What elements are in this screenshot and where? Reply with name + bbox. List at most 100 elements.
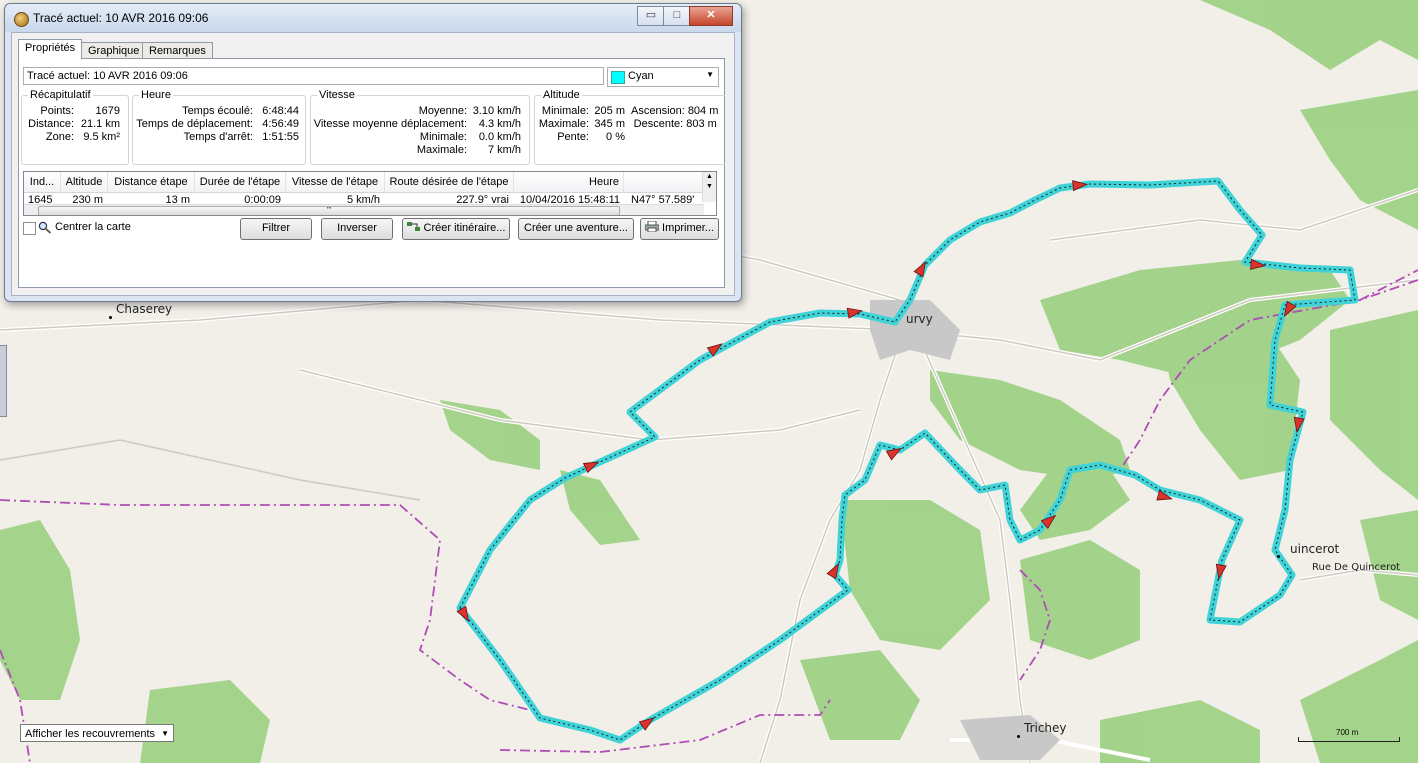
track-points-table[interactable]: Ind... Altitude Distance étape Durée de …: [23, 171, 717, 216]
trichey-dot: [1017, 735, 1020, 738]
color-swatch: [611, 71, 625, 84]
stat-value: 1679: [95, 105, 120, 117]
minimize-icon: ▭: [645, 9, 657, 21]
table-vertical-scrollbar[interactable]: ▲ ▼: [702, 172, 716, 202]
center-map-label: Centrer la carte: [55, 221, 131, 233]
stat-label: Minimale:: [419, 131, 467, 143]
magnifier-icon: [38, 221, 52, 234]
window-client: Propriétés Graphique Remarques Tracé act…: [11, 32, 735, 296]
stat-label: Zone:: [45, 131, 74, 143]
column-header[interactable]: Durée de l'étape: [195, 172, 286, 192]
column-header[interactable]: Route désirée de l'étape: [385, 172, 514, 192]
close-button[interactable]: ✕: [689, 6, 733, 26]
summary-group: Récapitulatif Points: 1679 Distance: 21.1 …: [21, 89, 129, 165]
route-icon: [406, 222, 420, 231]
stat-label: Maximale:: [538, 118, 589, 130]
tab-properties[interactable]: Propriétés: [18, 39, 83, 59]
title-bar[interactable]: Tracé actuel: 10 AVR 2016 09:06 ▭ □ ✕: [5, 4, 741, 32]
stat-value: 0 %: [606, 131, 625, 143]
color-label: Cyan: [628, 70, 654, 82]
quincerot-dot: [1277, 555, 1280, 558]
scale-label: 700 m: [1336, 728, 1359, 737]
column-header[interactable]: Distance étape: [108, 172, 195, 192]
stat-label: Points:: [40, 105, 74, 117]
color-select[interactable]: Cyan ▼: [607, 67, 719, 87]
stat-value: 4.3 km/h: [478, 118, 521, 130]
speed-group: Vitesse Moyenne: 3.10 km/h Vitesse moyenn…: [310, 89, 530, 165]
stat-label: Distance:: [28, 118, 74, 130]
stat-value: 1:51:55: [262, 131, 299, 143]
stat-label: Minimale:: [541, 105, 589, 117]
column-header[interactable]: Vitesse de l'étape: [286, 172, 385, 192]
stat-label: Vitesse moyenne déplacement:: [313, 118, 467, 130]
overlay-select-label: Afficher les recouvrements: [25, 728, 156, 740]
side-panel-handle[interactable]: [0, 345, 7, 417]
stat-value: 7 km/h: [487, 144, 521, 156]
create-route-button[interactable]: Créer itinéraire...: [402, 218, 510, 240]
chaserey-dot: [109, 316, 112, 319]
place-trichey: Trichey: [1024, 721, 1067, 735]
stat-value: 9.5 km²: [83, 131, 120, 143]
stat-label: Maximale:: [416, 144, 467, 156]
reverse-button-label: Inverser: [337, 222, 377, 234]
stat-value: 345 m: [594, 118, 625, 130]
properties-panel: Tracé actuel: 10 AVR 2016 09:06 Cyan ▼ R…: [18, 58, 725, 288]
close-icon: ✕: [706, 9, 716, 21]
time-group: Heure Temps écoulé: 6:48:44 Temps de dépl…: [132, 89, 306, 165]
filter-button[interactable]: Filtrer: [240, 218, 312, 240]
altitude-title: Altitude: [541, 89, 582, 101]
printer-icon: [645, 221, 660, 232]
tab-notes[interactable]: Remarques: [142, 42, 213, 59]
scroll-thumb[interactable]: ''': [38, 206, 620, 215]
print-label: Imprimer...: [662, 222, 714, 234]
place-chaserey: Chaserey: [116, 302, 173, 316]
chevron-down-icon: ▼: [706, 70, 714, 79]
filter-button-label: Filtrer: [261, 222, 291, 234]
stat-value: 4:56:49: [262, 118, 299, 130]
column-header[interactable]: [625, 172, 704, 192]
print-button[interactable]: Imprimer...: [640, 218, 719, 240]
app-icon: [14, 12, 29, 27]
summary-title: Récapitulatif: [28, 89, 93, 101]
stat-label: Ascension:: [631, 105, 685, 117]
track-name-input[interactable]: Tracé actuel: 10 AVR 2016 09:06: [23, 67, 604, 85]
create-adventure-label: Créer une aventure...: [524, 222, 628, 234]
column-header[interactable]: Ind...: [24, 172, 61, 192]
table-header: Ind... Altitude Distance étape Durée de …: [24, 172, 704, 193]
stat-value: 6:48:44: [262, 105, 299, 117]
place-quincerot: uincerot: [1290, 542, 1340, 556]
maximize-icon: □: [673, 9, 681, 21]
column-header[interactable]: Heure: [514, 172, 624, 192]
tab-graph[interactable]: Graphique: [81, 42, 147, 59]
track-properties-window: Tracé actuel: 10 AVR 2016 09:06 ▭ □ ✕ Pr…: [4, 3, 742, 302]
time-title: Heure: [139, 89, 173, 101]
stat-value: 0.0 km/h: [478, 131, 521, 143]
column-header[interactable]: Altitude: [61, 172, 108, 192]
scale-bar: 700 m: [1298, 728, 1400, 742]
stat-value: 205 m: [594, 105, 625, 117]
stat-value: 3.10 km/h: [472, 105, 521, 117]
stat-label: Moyenne:: [418, 105, 467, 117]
stat-value: 804 m: [687, 105, 719, 117]
reverse-button[interactable]: Inverser: [321, 218, 393, 240]
stat-label: Descente:: [633, 118, 684, 130]
minimize-button[interactable]: ▭: [637, 6, 665, 26]
create-route-label: Créer itinéraire...: [423, 222, 506, 234]
center-map-checkbox[interactable]: [23, 222, 36, 235]
speed-title: Vitesse: [317, 89, 357, 101]
stat-label: Temps écoulé:: [182, 105, 253, 117]
window-title: Tracé actuel: 10 AVR 2016 09:06: [33, 11, 209, 25]
maximize-button[interactable]: □: [663, 6, 691, 26]
overlay-select[interactable]: Afficher les recouvrements ▼: [20, 724, 174, 742]
altitude-group: Altitude Minimale: 205 m Maximale: 345 m P…: [534, 89, 725, 165]
table-horizontal-scrollbar[interactable]: ''': [24, 204, 704, 215]
stat-label: Temps d'arrêt:: [183, 131, 253, 143]
place-curvy: urvy: [906, 312, 933, 326]
stat-value: 21.1 km: [80, 118, 120, 130]
street-rue-de-quincerot: Rue De Quincerot: [1312, 562, 1401, 573]
stat-label: Pente:: [557, 131, 589, 143]
stat-label: Temps de déplacement:: [136, 118, 253, 130]
chevron-down-icon: ▼: [161, 729, 169, 738]
create-adventure-button[interactable]: Créer une aventure...: [518, 218, 634, 240]
stat-value: 803 m: [686, 118, 717, 130]
